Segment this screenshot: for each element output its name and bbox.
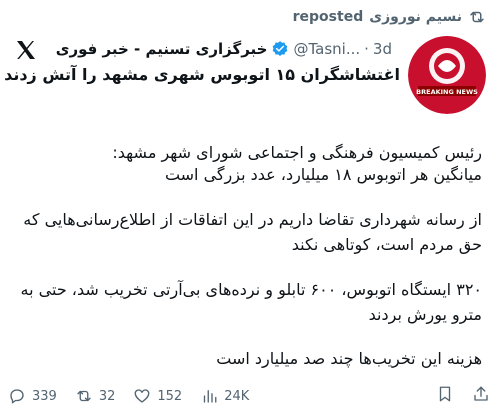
heart-icon [133,387,151,405]
repost-indicator: نسیم نوروزی reposted [293,8,486,26]
like-button[interactable]: 152 [133,387,182,405]
repost-label: reposted [292,9,364,25]
repost-icon [468,8,486,26]
actions-secondary [436,385,490,407]
separator: · [364,40,369,58]
reply-button[interactable]: 339 [8,387,57,405]
x-logo-icon[interactable] [14,38,38,62]
author-name[interactable]: خبرگزاری تسنیم - خبر فوری [56,40,268,58]
reply-icon [8,387,26,405]
avatar-text: BREAKING NEWS [416,88,478,96]
repost-count: 32 [98,388,116,404]
author-line: 3d · @Tasni... خبرگزاری تسنیم - خبر فوری [56,40,392,58]
like-count: 152 [157,388,183,404]
views-button[interactable]: 24K [200,387,249,405]
tweet-paragraph: هزینه این تخریب‌ها چند صد میلیارد است [216,349,482,368]
tweet-paragraph: میانگین هر اتوبوس ۱۸ میلیارد، عدد بزرگی … [164,165,482,184]
tweet-paragraph: از رسانه شهرداری تقاضا داریم در این اتفا… [23,210,482,254]
bookmark-icon[interactable] [436,385,454,407]
repost-action-icon [75,387,93,405]
tweet-paragraph: ۳۲۰ ایستگاه اتوبوس، ۶۰۰ تابلو و نرده‌های… [20,280,482,324]
verified-badge-icon [271,40,289,58]
repost-button[interactable]: 32 [75,387,116,405]
tweet-card: نسیم نوروزی reposted 3d · @Tasni... خبرگ… [0,0,500,418]
reply-count: 339 [32,388,57,404]
views-count: 24K [224,388,250,404]
tweet-actions: 339 32 152 24K [8,384,490,408]
share-icon[interactable] [472,385,490,407]
actions-group: 339 32 152 24K [8,387,249,405]
tweet-title: اغتشاشگران ۱۵ اتوبوس شهری مشهد را آتش زد… [4,65,400,84]
author-handle[interactable]: @Tasni... [293,40,360,58]
repost-user[interactable]: نسیم نوروزی [369,9,462,25]
views-icon [200,387,218,405]
author-time[interactable]: 3d [373,40,392,58]
avatar[interactable]: BREAKING NEWS [408,36,486,114]
tweet-header: 3d · @Tasni... خبرگزاری تسنیم - خبر فوری… [10,36,490,114]
